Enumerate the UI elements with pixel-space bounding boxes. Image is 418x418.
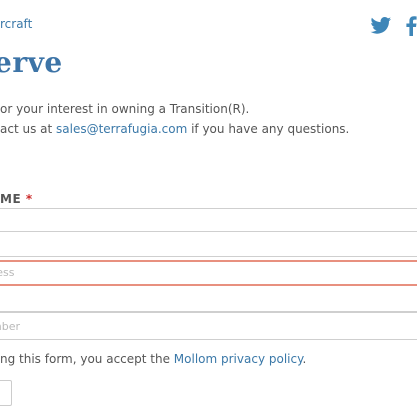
page-title: erve <box>0 46 63 79</box>
privacy-policy-link[interactable]: Mollom privacy policy <box>174 352 303 366</box>
contact-prefix: act us at <box>0 122 57 136</box>
last-name-field[interactable] <box>0 235 417 257</box>
legal-prefix: ng this form, you accept the <box>0 352 174 366</box>
email-field[interactable]: ress <box>0 260 417 286</box>
facebook-icon[interactable] <box>404 16 418 36</box>
name-label-text: ME <box>0 192 22 206</box>
legal-suffix: . <box>302 352 307 366</box>
required-marker: * <box>25 192 33 206</box>
twitter-icon[interactable] <box>370 16 392 36</box>
phone-number-field[interactable]: mber <box>0 312 417 340</box>
breadcrumb[interactable]: rcraft <box>0 17 32 31</box>
submit-button[interactable] <box>0 380 12 406</box>
first-name-field[interactable] <box>0 208 417 232</box>
sales-email-link[interactable]: sales@terrafugia.com <box>56 122 187 136</box>
contact-suffix: if you have any questions. <box>187 122 350 136</box>
email-placeholder: ress <box>0 266 15 279</box>
privacy-notice: ng this form, you accept the Mollom priv… <box>0 352 306 366</box>
field-4[interactable] <box>0 290 417 312</box>
name-label: ME * <box>0 192 33 206</box>
phone-placeholder: mber <box>0 320 20 333</box>
intro-text: or your interest in owning a Transition(… <box>0 102 250 116</box>
contact-text: act us at sales@terrafugia.com if you ha… <box>0 122 349 136</box>
